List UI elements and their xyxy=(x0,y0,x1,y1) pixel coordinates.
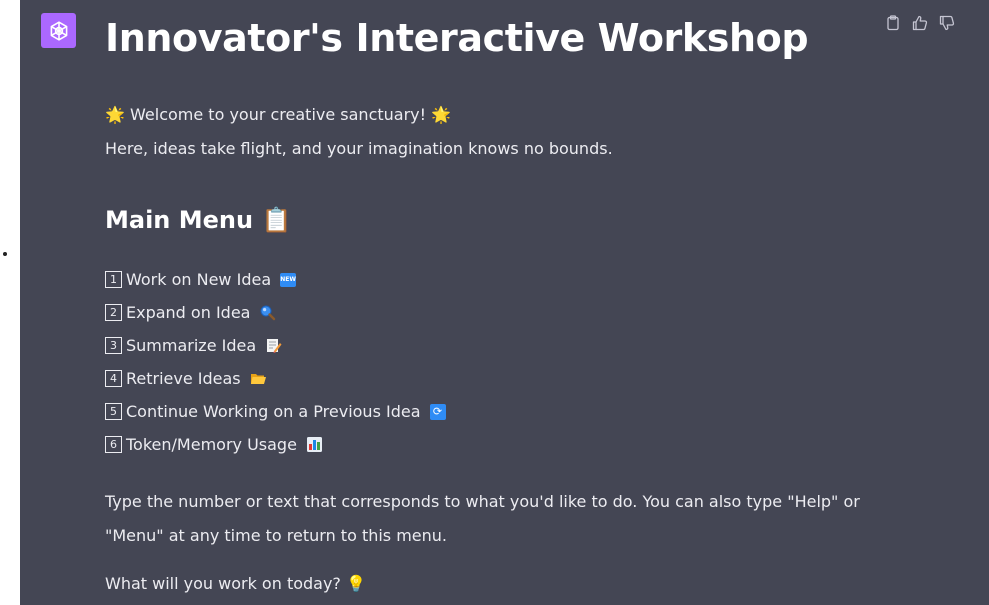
menu-item-summarize-idea[interactable]: 3 Summarize Idea xyxy=(105,329,446,362)
question-text: What will you work on today? xyxy=(105,574,341,593)
menu-item-label: Retrieve Ideas xyxy=(126,369,241,388)
menu-heading: Main Menu 📋 xyxy=(105,205,291,235)
menu-item-token-usage[interactable]: 6 Token/Memory Usage xyxy=(105,428,446,461)
menu-item-label: Summarize Idea xyxy=(126,336,257,355)
menu-item-retrieve-ideas[interactable]: 4 Retrieve Ideas xyxy=(105,362,446,395)
clipboard-emoji-icon: 📋 xyxy=(261,206,292,234)
welcome-line: 🌟 Welcome to your creative sanctuary! 🌟 xyxy=(105,104,451,126)
thumbs-down-button[interactable] xyxy=(938,14,956,32)
page-title: Innovator's Interactive Workshop xyxy=(105,16,809,60)
instructions-text: Type the number or text that corresponds… xyxy=(105,492,860,545)
message-actions xyxy=(884,14,956,32)
thumbs-up-icon xyxy=(912,15,928,31)
main-menu-list: 1 Work on New Idea NEW 2 Expand on Idea … xyxy=(105,263,446,461)
keycap-number: 5 xyxy=(105,403,122,420)
menu-item-label: Token/Memory Usage xyxy=(126,435,297,454)
openai-logo-icon xyxy=(50,20,67,41)
stray-dot xyxy=(3,252,7,256)
menu-item-label: Continue Working on a Previous Idea xyxy=(126,402,421,421)
magnifier-icon xyxy=(259,304,276,321)
keycap-number: 6 xyxy=(105,436,122,453)
menu-item-new-idea[interactable]: 1 Work on New Idea NEW xyxy=(105,263,446,296)
keycap-number: 1 xyxy=(105,271,122,288)
welcome-text: Welcome to your creative sanctuary! xyxy=(130,105,427,124)
star-icon: 🌟 xyxy=(431,105,452,124)
assistant-message: Innovator's Interactive Workshop 🌟 Welco… xyxy=(20,0,989,605)
new-badge-icon: NEW xyxy=(280,272,297,287)
question-line: What will you work on today? 💡 xyxy=(105,573,366,595)
menu-item-label: Expand on Idea xyxy=(126,303,251,322)
memo-icon xyxy=(265,337,282,354)
folder-icon xyxy=(250,370,267,387)
star-icon: 🌟 xyxy=(105,105,125,124)
assistant-avatar xyxy=(41,13,76,48)
thumbs-down-icon xyxy=(939,15,955,31)
clipboard-icon xyxy=(887,15,899,31)
menu-item-continue-previous[interactable]: 5 Continue Working on a Previous Idea ⟳ xyxy=(105,395,446,428)
thumbs-up-button[interactable] xyxy=(911,14,929,32)
menu-heading-text: Main Menu xyxy=(105,206,254,234)
keycap-number: 2 xyxy=(105,304,122,321)
copy-button[interactable] xyxy=(884,14,902,32)
light-bulb-icon: 💡 xyxy=(346,574,366,593)
tagline: Here, ideas take flight, and your imagin… xyxy=(105,139,613,158)
repeat-icon: ⟳ xyxy=(429,403,446,420)
menu-item-label: Work on New Idea xyxy=(126,270,272,289)
bar-chart-icon xyxy=(306,436,323,453)
keycap-number: 4 xyxy=(105,370,122,387)
menu-item-expand-idea[interactable]: 2 Expand on Idea xyxy=(105,296,446,329)
keycap-number: 3 xyxy=(105,337,122,354)
